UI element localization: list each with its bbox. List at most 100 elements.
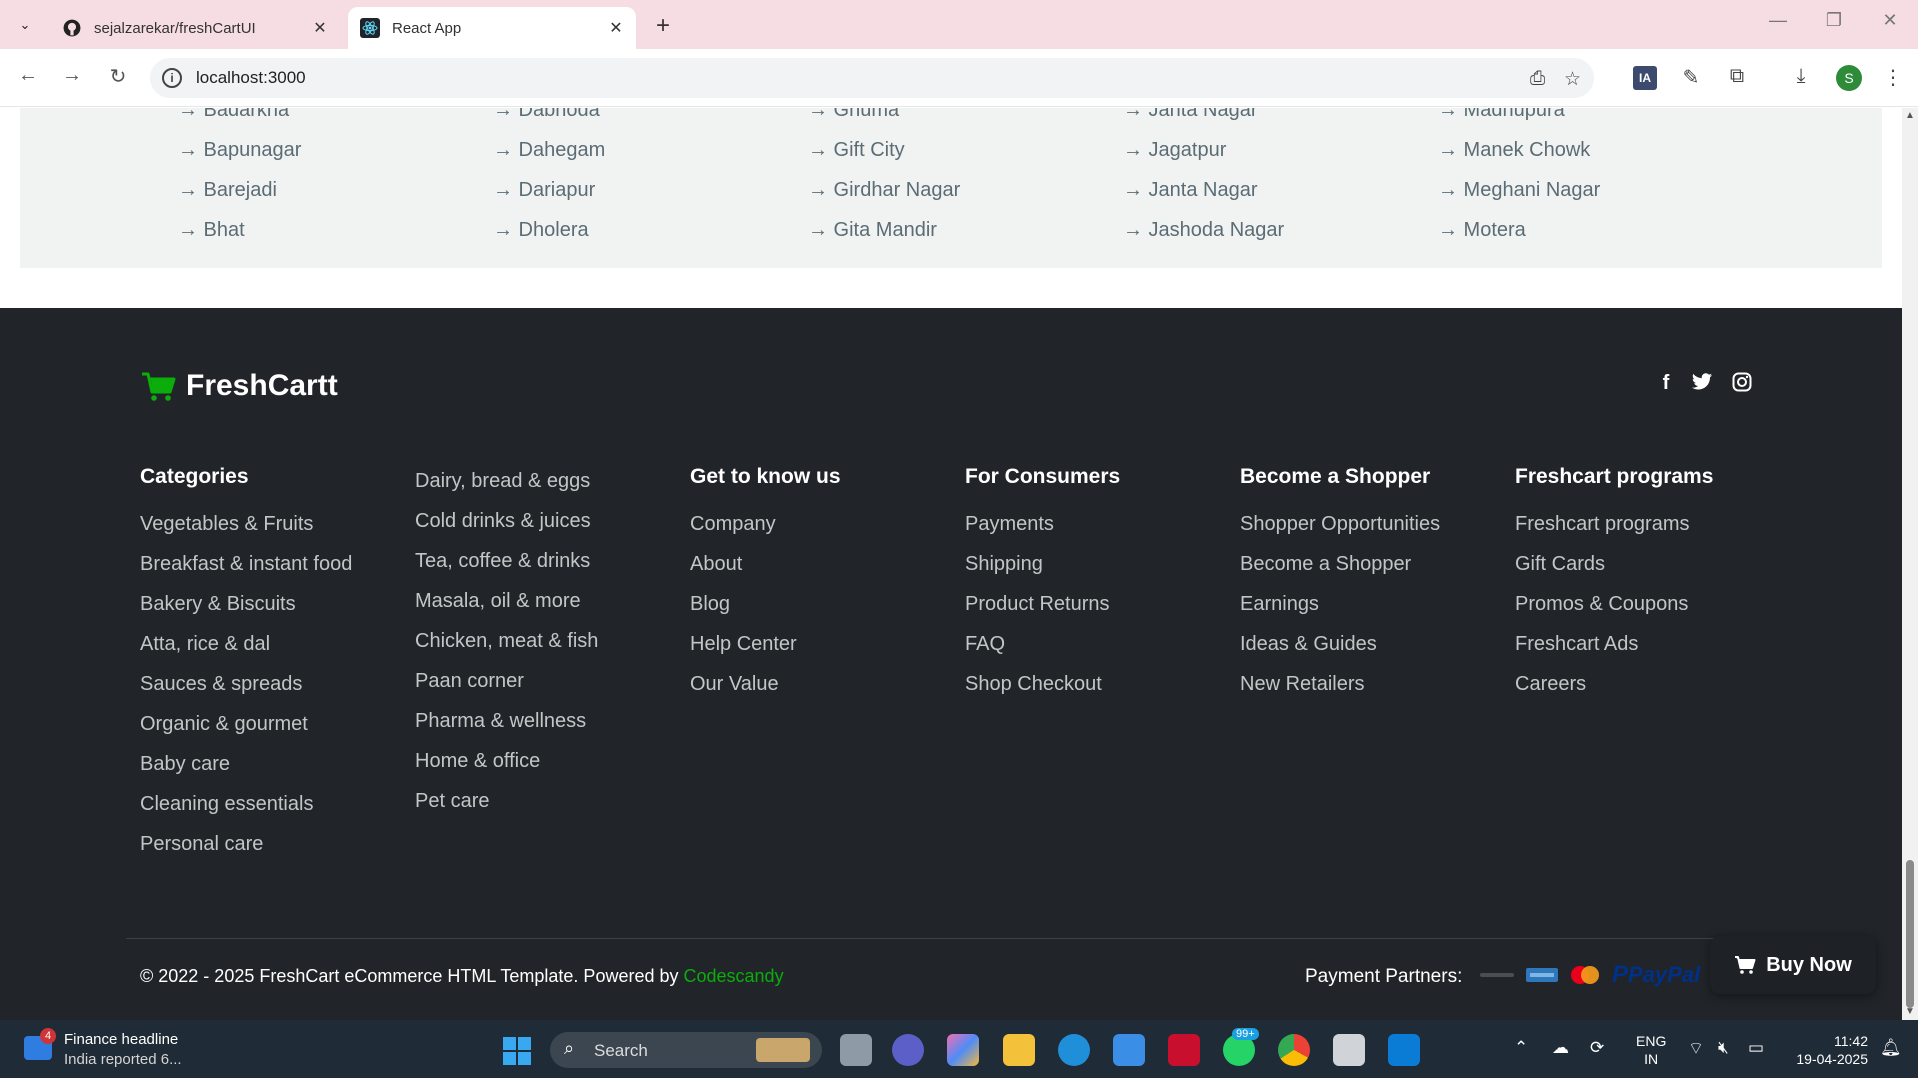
footer-link[interactable]: Cold drinks & juices [415,509,685,549]
footer-link[interactable]: Product Returns [965,592,1235,632]
profile-avatar[interactable]: S [1836,65,1862,91]
footer-link[interactable]: Become a Shopper [1240,552,1510,592]
facebook-icon[interactable]: f [1652,372,1680,395]
close-icon[interactable]: ✕ [306,18,334,38]
location-link[interactable]: → Ghuma [808,108,960,143]
extensions-icon[interactable]: ⧉ [1722,65,1752,88]
footer-link[interactable]: Earnings [1240,592,1510,632]
show-hidden-icons-icon[interactable]: ⌃ [1514,1038,1528,1058]
volume-muted-icon[interactable]: 🔇︎ [1718,1038,1729,1058]
back-icon[interactable]: ← [13,64,43,87]
location-link[interactable]: → Girdhar Nagar [808,180,960,223]
footer-link[interactable]: Shipping [965,552,1235,592]
scrollbar-thumb[interactable] [1906,860,1914,1008]
bookmark-star-icon[interactable]: ☆ [1564,68,1581,91]
footer-link[interactable]: Cleaning essentials [140,792,410,832]
footer-link[interactable]: Home & office [415,749,685,789]
location-link[interactable]: → Gift City [808,140,960,183]
footer-link[interactable]: Help Center [690,632,960,672]
download-icon[interactable]: ⤓ [1786,65,1816,88]
snipping-tool-icon[interactable] [1333,1034,1365,1066]
battery-icon[interactable]: ▭ [1748,1038,1764,1058]
window-close-icon[interactable]: ✕ [1870,10,1910,31]
location-link[interactable]: → Madhupura [1438,108,1600,143]
teams-icon[interactable] [892,1034,924,1066]
forward-icon[interactable]: → [57,64,87,87]
footer-link[interactable]: Dairy, bread & eggs [415,469,685,509]
extension-ia-icon[interactable]: IA [1633,66,1657,90]
footer-link[interactable]: Careers [1515,672,1785,712]
location-link[interactable]: → Jagatpur [1123,140,1284,183]
footer-link[interactable]: Promos & Coupons [1515,592,1785,632]
footer-link[interactable]: Vegetables & Fruits [140,512,410,552]
footer-link[interactable]: Shop Checkout [965,672,1235,712]
location-link[interactable]: → Bhat [178,220,301,263]
location-link[interactable]: → Barejadi [178,180,301,223]
buy-now-button[interactable]: Buy Now [1710,936,1876,994]
notification-bell-icon[interactable]: 🔔︎ [1880,1038,1902,1058]
close-icon[interactable]: ✕ [602,18,630,38]
footer-link[interactable]: Freshcart programs [1515,512,1785,552]
location-link[interactable]: → Dabhoda [493,108,605,143]
footer-link[interactable]: Masala, oil & more [415,589,685,629]
url-text[interactable]: localhost:3000 [196,68,306,88]
news-subtext[interactable]: India reported 6... [64,1051,182,1068]
footer-link[interactable]: Payments [965,512,1235,552]
tab-react-app[interactable]: React App ✕ [348,7,636,49]
footer-link[interactable]: Sauces & spreads [140,672,410,712]
footer-link[interactable]: Shopper Opportunities [1240,512,1510,552]
footer-link[interactable]: Tea, coffee & drinks [415,549,685,589]
location-link[interactable]: → Dahegam [493,140,605,183]
location-link[interactable]: → Dholera [493,220,605,263]
footer-link[interactable]: Paan corner [415,669,685,709]
copilot-icon[interactable] [947,1034,979,1066]
instagram-icon[interactable] [1728,372,1756,398]
footer-link[interactable]: Our Value [690,672,960,712]
footer-link[interactable]: Personal care [140,832,410,872]
footer-link[interactable]: Baby care [140,752,410,792]
footer-link[interactable]: New Retailers [1240,672,1510,712]
location-link[interactable]: → Meghani Nagar [1438,180,1600,223]
location-link[interactable]: → Jashoda Nagar [1123,220,1284,263]
location-link[interactable]: → Janta Nagar [1123,108,1284,143]
tab-github[interactable]: sejalzarekar/freshCartUI ✕ [50,7,340,49]
footer-link[interactable]: Gift Cards [1515,552,1785,592]
task-view-icon[interactable] [840,1034,872,1066]
footer-link[interactable]: Pet care [415,789,685,829]
microsoft-store-icon[interactable] [1113,1034,1145,1066]
minimize-icon[interactable]: — [1758,10,1798,31]
eyedropper-icon[interactable]: ✎ [1676,65,1706,90]
onedrive-icon[interactable]: ☁ [1552,1038,1569,1058]
system-clock[interactable]: 11:42 19-04-2025 [1788,1032,1868,1068]
footer-link[interactable]: Freshcart Ads [1515,632,1785,672]
footer-link[interactable]: Company [690,512,960,552]
footer-link[interactable]: FAQ [965,632,1235,672]
footer-link[interactable]: Atta, rice & dal [140,632,410,672]
news-headline[interactable]: Finance headline [64,1031,178,1048]
footer-link[interactable]: Chicken, meat & fish [415,629,685,669]
site-info-icon[interactable]: i [162,68,182,88]
address-bar[interactable]: i localhost:3000 ⎙ ☆ [150,58,1594,98]
file-explorer-icon[interactable] [1003,1034,1035,1066]
vscode-icon[interactable] [1388,1034,1420,1066]
footer-link[interactable]: Blog [690,592,960,632]
twitter-icon[interactable] [1688,372,1716,398]
footer-link[interactable]: About [690,552,960,592]
footer-link[interactable]: Organic & gourmet [140,712,410,752]
language-indicator[interactable]: ENG IN [1636,1032,1666,1068]
footer-link[interactable]: Bakery & Biscuits [140,592,410,632]
location-link[interactable]: → Bapunagar [178,140,301,183]
codescandy-link[interactable]: Codescandy [684,966,784,986]
windows-start-icon[interactable] [503,1037,531,1065]
taskbar-search[interactable]: ⌕ Search [550,1032,822,1068]
chrome-icon[interactable] [1278,1034,1310,1066]
menu-kebab-icon[interactable]: ⋮ [1878,65,1908,90]
location-link[interactable]: → Badarkha [178,108,301,143]
tab-search-button[interactable]: ⌄ [9,11,41,39]
scroll-up-icon[interactable]: ▲ [1905,110,1915,121]
edge-icon[interactable] [1058,1034,1090,1066]
footer-link[interactable]: Breakfast & instant food [140,552,410,592]
scroll-down-icon[interactable]: ▼ [1905,1006,1915,1017]
new-tab-button[interactable]: + [648,12,678,40]
reload-icon[interactable]: ↻ [103,64,133,89]
